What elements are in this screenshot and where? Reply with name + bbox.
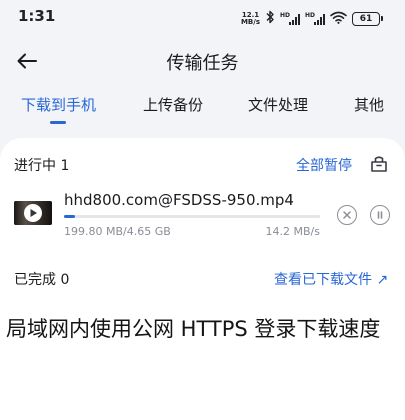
battery-level: 61: [352, 11, 380, 26]
battery-icon: 61: [352, 11, 383, 26]
wifi-icon: [330, 9, 347, 28]
signal-icon: HD: [280, 11, 300, 25]
task-file-name: hhd800.com@FSDSS-950.mp4: [64, 191, 294, 209]
video-thumbnail: [14, 201, 52, 225]
tab-other[interactable]: 其他: [354, 94, 384, 115]
transfer-card: 进行中 1 全部暂停 hhd800.com@FSDSS-950.mp4 199.…: [0, 138, 405, 420]
close-icon: [343, 211, 351, 219]
tab-bar: 下载到手机 上传备份 文件处理 其他: [0, 94, 405, 124]
pause-all-button[interactable]: 全部暂停: [296, 155, 352, 175]
signal-icon: HD: [305, 11, 325, 25]
status-bar: 1:31 12.1 MB/s HD HD 61: [0, 0, 405, 36]
tab-active-indicator: [50, 121, 66, 124]
in-progress-heading: 进行中 1: [14, 158, 70, 174]
sim2-hd-label: HD: [305, 11, 316, 19]
task-size-progress: 199.80 MB/4.65 GB: [64, 225, 171, 238]
view-downloaded-files-link[interactable]: 查看已下载文件 ↗: [274, 269, 388, 289]
status-icons: 12.1 MB/s HD HD 61: [241, 9, 383, 28]
tab-file-processing[interactable]: 文件处理: [248, 94, 308, 115]
tab-upload-backup[interactable]: 上传备份: [143, 94, 203, 115]
pause-icon: [377, 211, 383, 219]
network-speed-unit: MB/s: [240, 17, 260, 26]
completed-heading: 已完成 0: [14, 272, 70, 288]
status-time: 1:31: [18, 7, 56, 25]
bluetooth-icon: [265, 9, 275, 28]
task-speed: 14.2 MB/s: [265, 225, 320, 238]
play-icon: [24, 204, 42, 222]
task-progress-fill: [64, 215, 75, 218]
page-title: 传输任务: [166, 53, 239, 74]
network-speed: 12.1 MB/s: [240, 11, 260, 26]
transfer-tasks-screen: 1:31 12.1 MB/s HD HD 61 传输任务 下载到手机 上传备份 …: [0, 0, 405, 420]
package-icon[interactable]: [369, 154, 389, 174]
sim1-hd-label: HD: [280, 11, 291, 19]
tab-download-to-phone[interactable]: 下载到手机: [21, 94, 96, 115]
cancel-task-button[interactable]: [337, 205, 357, 225]
pause-task-button[interactable]: [370, 205, 390, 225]
caption-text: 局域网内使用公网 HTTPS 登录下载速度: [6, 317, 381, 341]
task-progress-bar: [64, 215, 320, 218]
